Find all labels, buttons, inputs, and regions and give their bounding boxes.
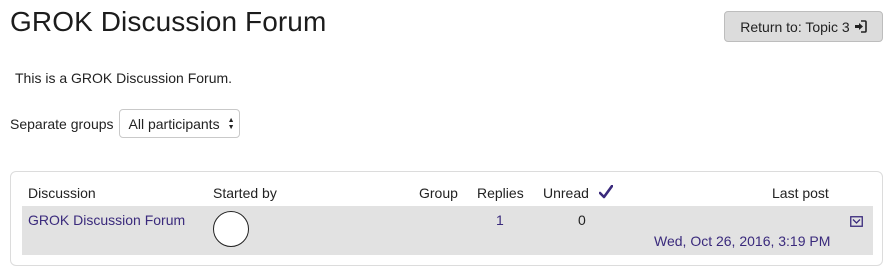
replies-count[interactable]: 1	[496, 212, 504, 228]
header-discussion[interactable]: Discussion	[28, 185, 96, 201]
group-selector: Separate groups All participants ▲ ▼	[10, 109, 240, 138]
groups-select-value: All participants	[128, 115, 220, 132]
return-to-topic-button[interactable]: Return to: Topic 3	[724, 11, 883, 42]
forum-intro: This is a GROK Discussion Forum.	[15, 70, 233, 86]
header-started-by[interactable]: Started by	[213, 185, 277, 201]
unread-count: 0	[578, 212, 586, 228]
avatar[interactable]	[213, 211, 249, 247]
discussion-link[interactable]: GROK Discussion Forum	[28, 212, 185, 228]
header-unread[interactable]: Unread	[543, 185, 589, 201]
table-row: GROK Discussion Forum 1 0 Wed, Oct 26, 2…	[22, 206, 873, 255]
envelope-icon[interactable]	[850, 216, 863, 227]
return-button-label: Return to: Topic 3	[740, 18, 850, 35]
discussion-table: Discussion Started by Group Replies Unre…	[10, 171, 883, 266]
sign-in-icon	[854, 20, 867, 33]
header-last-post[interactable]: Last post	[772, 185, 829, 201]
sort-arrows-icon: ▲ ▼	[227, 116, 235, 131]
header-group[interactable]: Group	[419, 185, 458, 201]
check-icon	[599, 185, 613, 199]
last-post-date[interactable]: Wed, Oct 26, 2016, 3:19 PM	[654, 233, 830, 249]
groups-select[interactable]: All participants ▲ ▼	[118, 109, 240, 138]
page-title: GROK Discussion Forum	[10, 6, 327, 37]
groups-label: Separate groups	[10, 115, 114, 132]
header-replies[interactable]: Replies	[477, 185, 524, 201]
